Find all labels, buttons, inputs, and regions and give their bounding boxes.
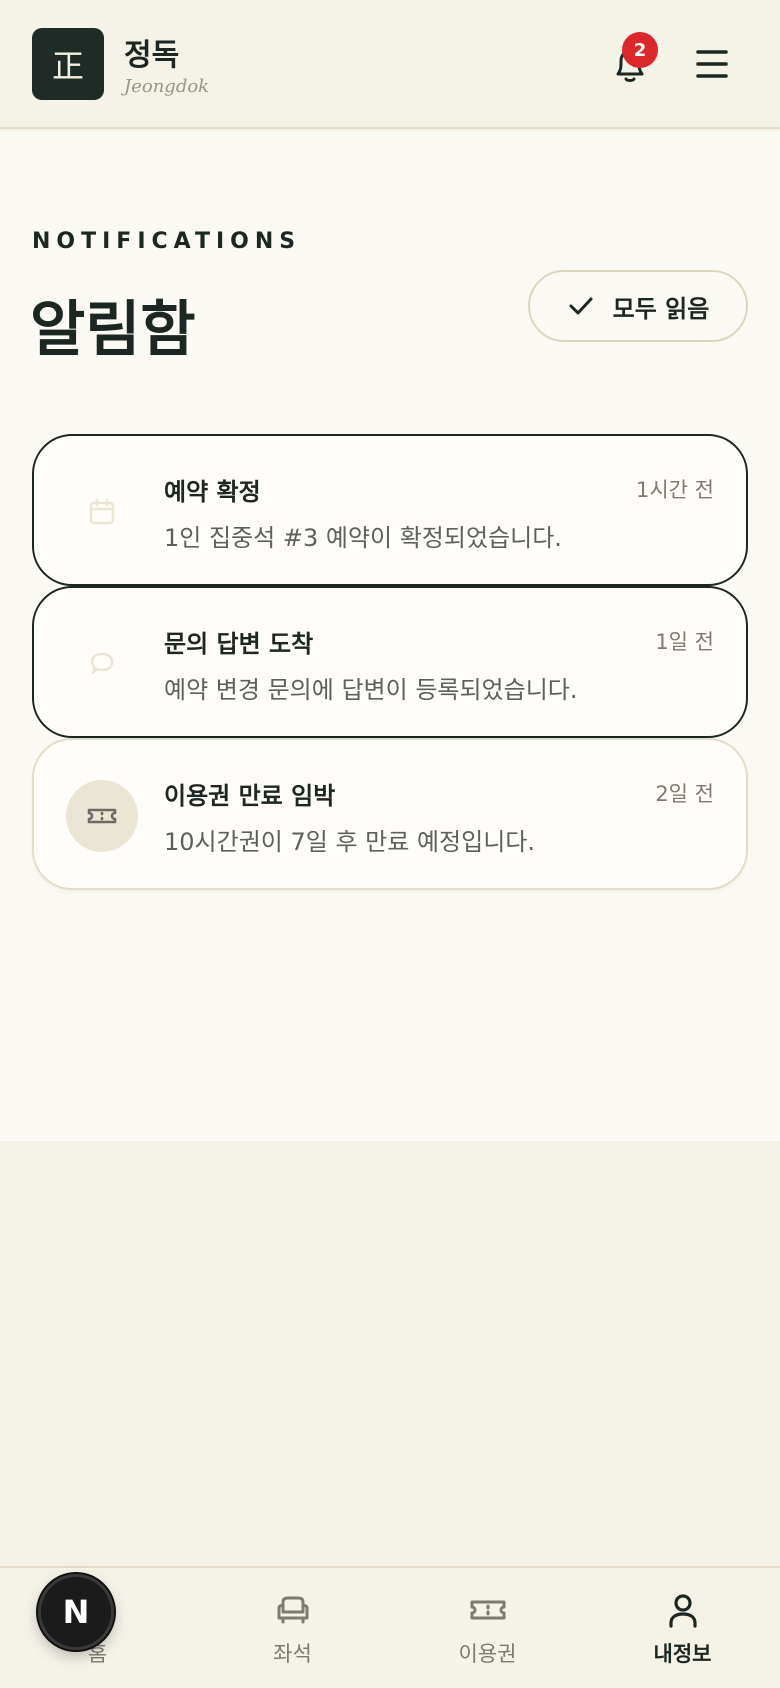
mark-all-read-label: 모두 읽음 [612, 294, 710, 323]
calendar-icon [89, 498, 115, 525]
notification-item[interactable]: 예약 확정 1시간 전 1인 집중석 #3 예약이 확정되었습니다. [32, 434, 748, 586]
nav-label: 이용권 [458, 1642, 517, 1666]
brand-name: 정독 [124, 38, 180, 73]
notification-message: 10시간권이 7일 후 만료 예정입니다. [164, 828, 535, 856]
notification-message: 예약 변경 문의에 답변이 등록되었습니다. [164, 676, 578, 704]
logo-mark: 正 [51, 47, 84, 85]
bottom-navigation: 홈 좌석 이용권 내정보 [0, 1566, 780, 1688]
notification-item[interactable]: 이용권 만료 임박 2일 전 10시간권이 7일 후 만료 예정입니다. [32, 738, 748, 890]
hamburger-menu-icon [696, 50, 728, 78]
ticket-icon [87, 808, 117, 824]
nav-item-seats[interactable]: 좌석 [195, 1568, 390, 1688]
notification-icon-wrap [66, 628, 138, 700]
menu-button[interactable] [690, 44, 734, 84]
notification-title: 예약 확정 [164, 478, 261, 506]
notification-message: 1인 집중석 #3 예약이 확정되었습니다. [164, 524, 562, 552]
armchair-icon [277, 1596, 309, 1624]
notification-title: 문의 답변 도착 [164, 630, 314, 658]
page-title: 알림함 [30, 295, 196, 365]
brand-subtitle: Jeongdok [124, 76, 210, 97]
ticket-icon [470, 1600, 506, 1620]
chat-bubble-icon [90, 652, 114, 675]
notification-time: 1시간 전 [636, 478, 714, 502]
notification-icon-wrap [66, 780, 138, 852]
nav-label: 좌석 [273, 1642, 312, 1666]
nav-item-my-info[interactable]: 내정보 [585, 1568, 780, 1688]
notification-icon-wrap [66, 476, 138, 548]
logo[interactable]: 正 [32, 28, 104, 100]
nav-label: 내정보 [653, 1642, 712, 1666]
section-eyebrow: NOTIFICATIONS [32, 229, 302, 254]
notification-count-badge: 2 [622, 32, 658, 68]
mark-all-read-button[interactable]: 모두 읽음 [528, 270, 748, 342]
check-icon [569, 297, 593, 315]
nav-item-passes[interactable]: 이용권 [390, 1568, 585, 1688]
notification-title: 이용권 만료 임박 [164, 782, 336, 810]
notification-time: 1일 전 [655, 630, 714, 654]
app-header: 正 정독 Jeongdok 2 [0, 0, 780, 129]
notification-item[interactable]: 문의 답변 도착 1일 전 예약 변경 문의에 답변이 등록되었습니다. [32, 586, 748, 738]
dev-tools-badge[interactable]: N [38, 1574, 114, 1650]
main-content: NOTIFICATIONS 알림함 모두 읽음 예약 확정 1시간 전 1인 집… [0, 131, 780, 1141]
user-icon [669, 1594, 697, 1628]
notification-time: 2일 전 [655, 782, 714, 806]
